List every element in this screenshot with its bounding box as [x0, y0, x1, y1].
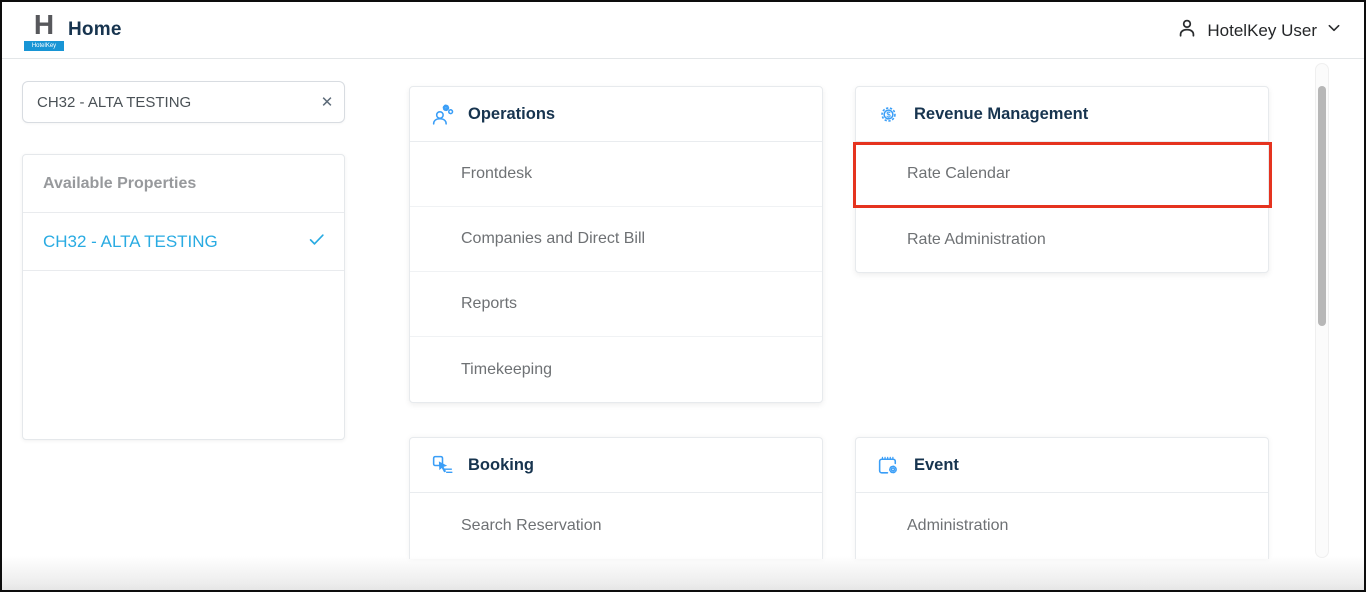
revenue-management-card-header: $ Revenue Management [856, 87, 1268, 142]
menu-item-frontdesk[interactable]: Frontdesk [410, 142, 822, 207]
page-title: Home [68, 19, 122, 41]
menu-item-rate-calendar[interactable]: Rate Calendar [856, 142, 1268, 207]
menu-item-companies-and-direct-bill[interactable]: Companies and Direct Bill [410, 207, 822, 272]
booking-icon [430, 453, 455, 478]
user-icon [1176, 17, 1198, 44]
menu-item-timekeeping[interactable]: Timekeeping [410, 337, 822, 402]
property-label: CH32 - ALTA TESTING [43, 232, 218, 252]
hotelkey-logo: H HotelKey [24, 9, 64, 51]
event-card: Event Administration [855, 437, 1269, 559]
operations-card-title: Operations [468, 105, 555, 124]
logo-banner: HotelKey [24, 41, 64, 51]
revenue-management-icon: $ [876, 102, 901, 127]
menu-item-search-reservation[interactable]: Search Reservation [410, 493, 822, 558]
app-window: H HotelKey Home HotelKey User ✕ Availab [0, 0, 1366, 592]
menu-item-reports[interactable]: Reports [410, 272, 822, 337]
property-search-box: ✕ [22, 81, 345, 123]
vertical-scrollbar-track[interactable] [1315, 63, 1329, 558]
property-list-item[interactable]: CH32 - ALTA TESTING [23, 213, 344, 271]
event-icon [876, 453, 901, 478]
property-search-input[interactable] [23, 82, 310, 122]
revenue-management-card-title: Revenue Management [914, 105, 1088, 124]
clear-search-icon[interactable]: ✕ [310, 93, 344, 111]
vertical-scrollbar-thumb[interactable] [1318, 86, 1326, 326]
top-bar: H HotelKey Home HotelKey User [2, 2, 1364, 59]
event-card-title: Event [914, 456, 959, 475]
logo-letter: H [24, 9, 64, 41]
checkmark-icon [307, 230, 326, 254]
event-card-header: Event [856, 438, 1268, 493]
available-properties-header: Available Properties [23, 155, 344, 213]
booking-card-title: Booking [468, 456, 534, 475]
operations-card-header: Operations [410, 87, 822, 142]
bottom-shadow-band [2, 556, 1364, 590]
user-menu[interactable]: HotelKey User [1176, 2, 1342, 59]
operations-icon [430, 102, 455, 127]
booking-card-header: Booking [410, 438, 822, 493]
menu-item-administration[interactable]: Administration [856, 493, 1268, 558]
menu-item-rate-administration[interactable]: Rate Administration [856, 207, 1268, 272]
operations-card: Operations Frontdesk Companies and Direc… [409, 86, 823, 403]
available-properties-panel: Available Properties CH32 - ALTA TESTING [22, 154, 345, 440]
revenue-management-card: $ Revenue Management Rate Calendar Rate … [855, 86, 1269, 273]
booking-card: Booking Search Reservation [409, 437, 823, 559]
user-name: HotelKey User [1207, 21, 1317, 41]
svg-text:$: $ [886, 110, 891, 119]
chevron-down-icon [1326, 20, 1342, 41]
